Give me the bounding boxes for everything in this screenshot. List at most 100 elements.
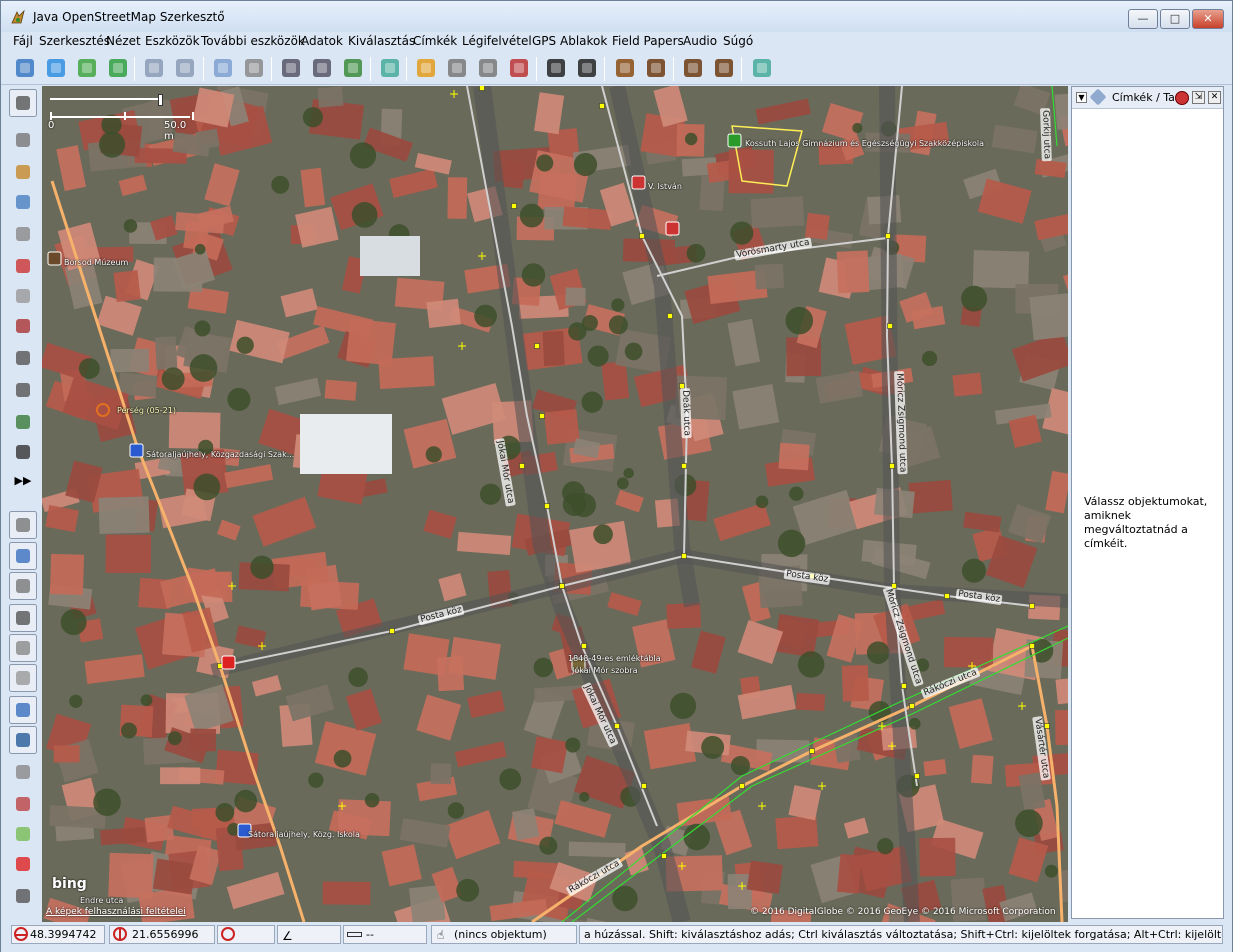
building-roof [155, 336, 178, 370]
v-istvan-label[interactable]: V. István [648, 182, 682, 191]
more-icon[interactable]: ▶▶ [9, 467, 37, 495]
plugin-box-icon[interactable] [9, 790, 37, 818]
minimize-icon[interactable] [9, 696, 37, 724]
history-icon[interactable] [9, 664, 37, 692]
detach-icon[interactable]: ⇲ [1192, 91, 1205, 104]
upload-icon[interactable] [104, 54, 132, 82]
building-roof [108, 852, 154, 899]
zoom-fit-icon[interactable] [376, 54, 404, 82]
way-node [885, 233, 891, 239]
minimize-button[interactable]: — [1128, 9, 1158, 29]
building-roof [562, 206, 613, 231]
preferences-icon[interactable] [240, 54, 268, 82]
collapse-icon[interactable]: ▼ [1076, 92, 1087, 103]
tree-canopy [98, 131, 126, 158]
split-way-icon[interactable] [277, 54, 305, 82]
menu-7[interactable]: Címkék [413, 34, 457, 48]
tree-canopy [852, 122, 863, 134]
maximize-button[interactable]: □ [1160, 9, 1190, 29]
industrial-icon[interactable] [710, 54, 738, 82]
filter-icon[interactable] [9, 758, 37, 786]
selection-list-icon[interactable] [9, 604, 37, 632]
extrude-icon[interactable] [9, 312, 37, 340]
menu-1[interactable]: Szerkesztés [39, 34, 110, 48]
close-button[interactable]: ✕ [1192, 9, 1224, 29]
building-roof [727, 873, 752, 910]
draw-icon[interactable] [9, 158, 37, 186]
undo-icon[interactable] [140, 54, 168, 82]
building-roof [49, 553, 85, 595]
add-node-icon[interactable] [748, 54, 776, 82]
bus-stop-label-2[interactable]: Sátoraljaújhely, Közg. Iskola [248, 830, 360, 839]
menu-0[interactable]: Fájl [13, 34, 33, 48]
menu-3[interactable]: Eszközök [145, 34, 200, 48]
zoom-icon[interactable] [9, 188, 37, 216]
menu-9[interactable]: GPS [532, 34, 556, 48]
perseg-label[interactable]: Perség (05-21) [117, 406, 176, 415]
menu-5[interactable]: Adatok [301, 34, 343, 48]
menu-4[interactable]: További eszközök [201, 34, 305, 48]
tree-canopy [777, 529, 806, 558]
lasso-icon[interactable] [9, 126, 37, 154]
menu-12[interactable]: Audio [683, 34, 717, 48]
update-data-icon[interactable] [339, 54, 367, 82]
bus-stop-label-1[interactable]: Sátoraljaújhely, Közgazdasági Szak... [146, 450, 294, 459]
open-file-icon[interactable] [11, 54, 39, 82]
layers-icon[interactable] [9, 511, 37, 539]
add-node-on-way-icon[interactable] [9, 344, 37, 372]
map-paint-icon[interactable] [9, 408, 37, 436]
school-top-label[interactable]: Kossuth Lajos Gimnázium és Egészségügyi … [745, 139, 984, 148]
building-roof [836, 250, 870, 294]
map-style-icon[interactable] [9, 820, 37, 848]
map-view[interactable]: 0 50.0 m Borsod Múzeum Kossuth Lajos Gim… [42, 86, 1068, 922]
pin-icon[interactable] [9, 850, 37, 878]
tags-icon[interactable] [9, 542, 37, 570]
menu-13[interactable]: Súgó [723, 34, 753, 48]
scale-zero: 0 [48, 120, 55, 131]
bing-terms-link[interactable]: A képek felhasználási feltételei [46, 907, 186, 917]
zoom-to-selection-icon[interactable] [209, 54, 237, 82]
menu-11[interactable]: Field Papers [612, 34, 684, 48]
delete-icon[interactable] [9, 220, 37, 248]
help-icon[interactable] [1175, 91, 1189, 105]
car-icon[interactable] [542, 54, 570, 82]
menu-10[interactable]: Ablakok [560, 34, 607, 48]
combine-way-icon[interactable] [308, 54, 336, 82]
building-roof [1055, 709, 1068, 746]
measure-icon[interactable] [9, 882, 37, 910]
title-bar[interactable]: Java OpenStreetMap Szerkesztő — □ ✕ [1, 1, 1232, 32]
download-icon[interactable] [42, 54, 70, 82]
wall-icon[interactable] [505, 54, 533, 82]
gpx-icon[interactable] [9, 376, 37, 404]
conflict-icon[interactable] [9, 634, 37, 662]
building-roof [732, 384, 780, 430]
traffic-signals-icon[interactable] [412, 54, 440, 82]
josm-window: Java OpenStreetMap Szerkesztő — □ ✕ Fájl… [0, 0, 1233, 952]
museum-label[interactable]: Borsod Múzeum [64, 258, 128, 267]
barrier-icon[interactable] [474, 54, 502, 82]
castle-icon[interactable] [679, 54, 707, 82]
restaurant-icon[interactable] [642, 54, 670, 82]
tags-panel-title: Címkék / Tagok [1112, 91, 1174, 104]
menu-6[interactable]: Kiválasztás [348, 34, 415, 48]
danger-icon[interactable] [611, 54, 639, 82]
bus-icon[interactable] [573, 54, 601, 82]
close-panel-icon[interactable]: ✕ [1208, 91, 1221, 104]
tree-canopy [521, 263, 546, 287]
grid-icon[interactable] [9, 438, 37, 466]
jokai-statue-label[interactable]: Jókai Mór szobra [572, 666, 638, 675]
menu-8[interactable]: Légifelvétel [462, 34, 532, 48]
way-node [534, 343, 540, 349]
redo-icon[interactable] [171, 54, 199, 82]
railway-icon[interactable] [443, 54, 471, 82]
emlektabla-label[interactable]: 1848-49-es emléktábla [568, 654, 661, 663]
relation-icon[interactable] [9, 572, 37, 600]
select-icon[interactable] [9, 89, 37, 117]
parallel-icon[interactable] [9, 282, 37, 310]
map-canvas[interactable] [42, 86, 1068, 922]
validate-icon[interactable] [9, 726, 37, 754]
improve-way-icon[interactable] [9, 252, 37, 280]
download-data-icon[interactable] [73, 54, 101, 82]
way-node [641, 783, 647, 789]
menu-2[interactable]: Nézet [106, 34, 141, 48]
